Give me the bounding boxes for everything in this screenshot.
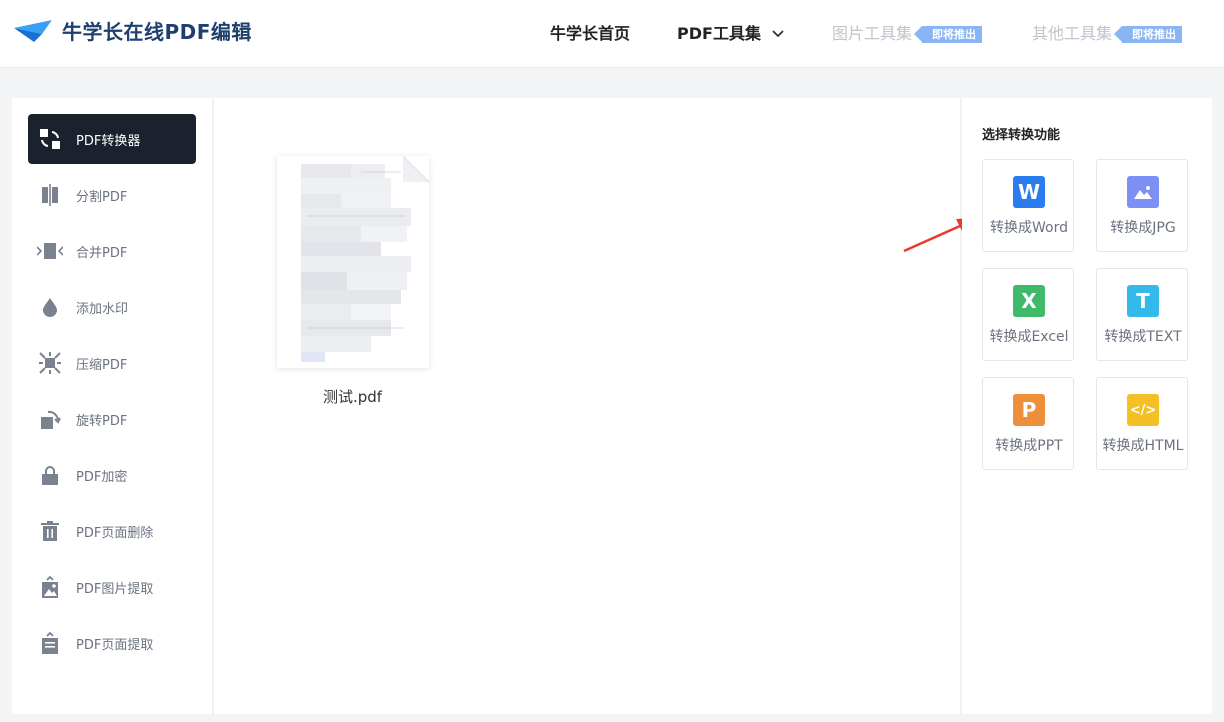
sidebar-item-label: 添加水印: [76, 301, 129, 317]
sidebar-item-label: 合并PDF: [76, 245, 128, 261]
sidebar-item-split-pdf[interactable]: 分割PDF: [28, 170, 196, 220]
merge-icon: [32, 226, 68, 276]
nav-other-tools-label: 其他工具集: [1032, 24, 1113, 43]
sidebar-item-label: 压缩PDF: [76, 357, 128, 373]
pdf-file-thumbnail[interactable]: [277, 155, 430, 368]
sidebar-item-add-watermark[interactable]: 添加水印: [28, 282, 196, 332]
split-icon: [32, 170, 68, 220]
convert-option-label: 转换成JPG: [1110, 220, 1176, 236]
sidebar-item-pdf-page-extract[interactable]: PDF页面提取: [28, 618, 196, 668]
logo[interactable]: 牛学长在线PDF编辑: [12, 16, 252, 45]
sidebar-item-label: PDF页面删除: [76, 525, 154, 541]
nav-other-tools[interactable]: 其他工具集 即将推出: [1032, 22, 1183, 46]
text-icon: T: [1127, 285, 1159, 317]
sidebar-item-pdf-converter[interactable]: PDF转换器: [28, 114, 196, 164]
sidebar-item-pdf-image-extract[interactable]: PDF图片提取: [28, 562, 196, 612]
nav-home[interactable]: 牛学长首页: [550, 22, 630, 46]
nav-image-tools-label: 图片工具集: [832, 24, 913, 43]
convert-to-text-button[interactable]: T 转换成TEXT: [1096, 268, 1188, 361]
sidebar-item-compress-pdf[interactable]: 压缩PDF: [28, 338, 196, 388]
convert-option-label: 转换成TEXT: [1104, 329, 1182, 345]
logo-text: 牛学长在线PDF编辑: [62, 20, 252, 44]
convert-option-label: 转换成Excel: [989, 329, 1069, 345]
main-workspace: 测试.pdf: [213, 98, 961, 714]
coming-soon-badge: 即将推出: [1114, 25, 1183, 43]
sidebar-item-label: PDF页面提取: [76, 637, 154, 653]
convert-option-label: 转换成HTML: [1102, 438, 1184, 454]
sidebar-item-label: 旋转PDF: [76, 413, 128, 429]
convert-to-word-button[interactable]: W 转换成Word: [982, 159, 1074, 252]
nav-image-tools[interactable]: 图片工具集 即将推出: [832, 22, 983, 46]
convert-option-label: 转换成PPT: [995, 438, 1063, 454]
word-icon: W: [1013, 176, 1045, 208]
panel-title: 选择转换功能: [982, 128, 1061, 143]
image-icon: [1127, 176, 1159, 208]
sidebar-item-pdf-page-delete[interactable]: PDF页面删除: [28, 506, 196, 556]
code-icon: </>: [1127, 394, 1159, 426]
lock-icon: [32, 450, 68, 500]
convert-option-label: 转换成Word: [990, 220, 1068, 236]
nav-pdf-tools-label: PDF工具集: [677, 24, 761, 43]
sidebar-item-merge-pdf[interactable]: 合并PDF: [28, 226, 196, 276]
sidebar-item-label: PDF转换器: [76, 133, 141, 149]
logo-icon: [14, 19, 52, 42]
sidebar-item-label: PDF加密: [76, 469, 128, 485]
compress-icon: [32, 338, 68, 388]
sidebar-item-pdf-encrypt[interactable]: PDF加密: [28, 450, 196, 500]
chevron-down-icon: [771, 22, 785, 46]
excel-icon: X: [1013, 285, 1045, 317]
file-name-label[interactable]: 测试.pdf: [323, 386, 382, 407]
sidebar-item-label: PDF图片提取: [76, 581, 154, 597]
page-extract-icon: [32, 618, 68, 668]
trash-icon: [32, 506, 68, 556]
pdf-page-preview: [277, 155, 430, 368]
rotate-icon: [32, 394, 68, 444]
coming-soon-badge: 即将推出: [914, 25, 983, 43]
nav-pdf-tools[interactable]: PDF工具集: [677, 22, 785, 46]
ppt-icon: P: [1013, 394, 1045, 426]
convert-to-excel-button[interactable]: X 转换成Excel: [982, 268, 1074, 361]
sidebar-item-rotate-pdf[interactable]: 旋转PDF: [28, 394, 196, 444]
watermark-drop-icon: [32, 282, 68, 332]
conversion-panel: 选择转换功能 W 转换成Word 转换成JPG X 转换成Excel T 转换成…: [962, 98, 1212, 714]
convert-to-ppt-button[interactable]: P 转换成PPT: [982, 377, 1074, 470]
convert-to-jpg-button[interactable]: 转换成JPG: [1096, 159, 1188, 252]
convert-to-html-button[interactable]: </> 转换成HTML: [1096, 377, 1188, 470]
sidebar-item-label: 分割PDF: [76, 189, 128, 205]
sidebar: PDF转换器 分割PDF 合并PDF 添加水印 压缩PDF 旋转PDF PDF加…: [12, 98, 212, 714]
convert-icon: [32, 114, 68, 164]
image-extract-icon: [32, 562, 68, 612]
top-header: 牛学长在线PDF编辑 牛学长首页 PDF工具集 图片工具集 即将推出 其他工具集…: [0, 0, 1224, 68]
blurred-document-preview: [301, 155, 430, 362]
